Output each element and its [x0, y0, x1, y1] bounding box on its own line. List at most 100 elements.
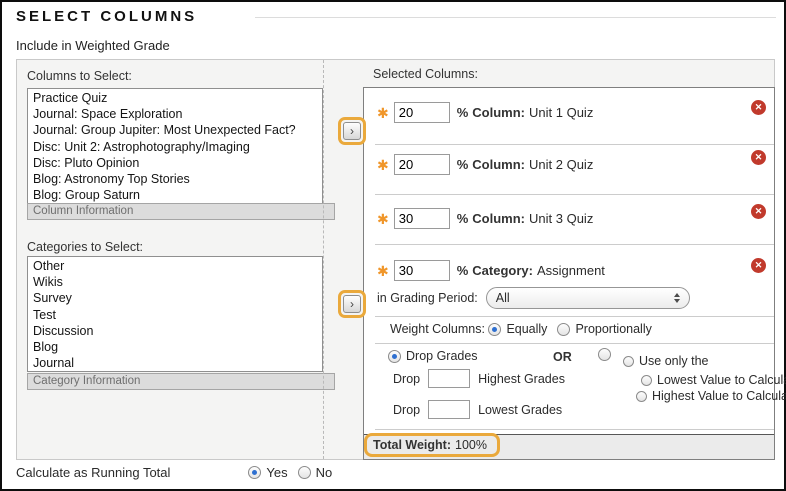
delete-icon[interactable]: ✕ — [751, 204, 766, 219]
list-item[interactable]: Blog: Group Saturn — [33, 187, 322, 203]
categories-to-select-label: Categories to Select: — [27, 240, 143, 254]
columns-listbox[interactable]: Practice Quiz Journal: Space Exploration… — [27, 88, 323, 204]
drop-label: Drop — [393, 403, 420, 417]
grading-period-value: All — [496, 291, 510, 305]
list-item[interactable]: Practice Quiz — [33, 90, 322, 106]
running-total-yes-radio[interactable] — [248, 466, 261, 479]
column-information-bar[interactable]: Column Information — [27, 203, 335, 220]
list-item[interactable]: Disc: Pluto Opinion — [33, 155, 322, 171]
list-item[interactable]: Blog — [33, 339, 322, 355]
row-separator — [375, 244, 774, 245]
required-icon: ✱ — [377, 105, 389, 122]
selected-column-row: ✱ % Column: Unit 1 Quiz — [377, 102, 593, 123]
use-only-secondary-radio[interactable] — [623, 356, 634, 367]
lowest-value-radio[interactable] — [641, 375, 652, 386]
move-columns-button[interactable]: › — [343, 122, 361, 140]
grading-period-row: in Grading Period: All — [377, 287, 690, 309]
section-separator — [375, 316, 774, 317]
highest-value-radio[interactable] — [636, 391, 647, 402]
row-type-label: Column: — [472, 211, 525, 226]
total-weight-value: 100% — [455, 438, 487, 452]
running-total-no-radio[interactable] — [298, 466, 311, 479]
move-categories-highlight: › — [338, 290, 366, 318]
row-name: Unit 2 Quiz — [529, 157, 593, 172]
drop-label: Drop — [393, 372, 420, 386]
list-item[interactable]: Blog: Astronomy Top Stories — [33, 171, 322, 187]
equally-radio[interactable] — [488, 323, 501, 336]
lowest-value-label: Lowest Value to Calculate — [657, 373, 786, 387]
row-type-label: Column: — [472, 157, 525, 172]
use-only-label: Use only the — [639, 354, 708, 368]
selected-columns-label: Selected Columns: — [373, 67, 478, 81]
list-item[interactable]: Survey — [33, 290, 322, 306]
delete-icon[interactable]: ✕ — [751, 150, 766, 165]
drop-lowest-input[interactable] — [428, 400, 470, 419]
drop-grades-radio[interactable] — [388, 350, 401, 363]
highest-value-label: Highest Value to Calculate — [652, 389, 786, 403]
title-divider — [255, 17, 776, 18]
list-item[interactable]: Journal: Space Exploration — [33, 106, 322, 122]
row-separator — [375, 194, 774, 195]
selected-column-row: ✱ % Column: Unit 3 Quiz — [377, 208, 593, 229]
row-name: Unit 1 Quiz — [529, 105, 593, 120]
use-only-radio[interactable] — [598, 348, 611, 361]
move-categories-button[interactable]: › — [343, 295, 361, 313]
list-item[interactable]: Journal — [33, 355, 322, 371]
no-label: No — [316, 465, 333, 480]
list-item[interactable]: Other — [33, 258, 322, 274]
lowest-value-option: Lowest Value to Calculate — [641, 373, 786, 387]
row-name: Assignment — [537, 263, 605, 278]
use-only-option: Use only the — [623, 354, 718, 368]
weight-input[interactable] — [394, 102, 450, 123]
weighted-grade-container: Columns to Select: Practice Quiz Journal… — [16, 59, 775, 460]
grading-period-select[interactable]: All — [486, 287, 690, 309]
category-information-bar[interactable]: Category Information — [27, 373, 335, 390]
drop-highest-input[interactable] — [428, 369, 470, 388]
total-weight-highlight: Total Weight: 100% — [364, 433, 500, 457]
grading-period-label: in Grading Period: — [377, 291, 478, 305]
row-separator — [375, 144, 774, 145]
required-icon: ✱ — [377, 263, 389, 280]
panel-divider — [323, 60, 324, 459]
weight-input[interactable] — [394, 208, 450, 229]
chevron-right-icon: › — [350, 125, 354, 137]
proportionally-label: Proportionally — [575, 322, 651, 336]
columns-to-select-label: Columns to Select: — [27, 69, 132, 83]
drop-grades-option: Drop Grades — [388, 349, 488, 363]
selected-column-row: ✱ % Column: Unit 2 Quiz — [377, 154, 593, 175]
proportionally-radio[interactable] — [557, 323, 570, 336]
lowest-grades-label: Lowest Grades — [478, 403, 562, 417]
percent-sign: % — [457, 211, 469, 226]
highest-grades-label: Highest Grades — [478, 372, 565, 386]
list-item[interactable]: Discussion — [33, 323, 322, 339]
yes-label: Yes — [266, 465, 287, 480]
percent-sign: % — [457, 263, 469, 278]
weight-columns-label: Weight Columns: — [390, 322, 485, 336]
percent-sign: % — [457, 105, 469, 120]
list-item[interactable]: Wikis — [33, 274, 322, 290]
running-total-label: Calculate as Running Total — [16, 465, 170, 480]
drop-grades-label: Drop Grades — [406, 349, 478, 363]
highest-value-option: Highest Value to Calculate — [636, 389, 786, 403]
categories-listbox[interactable]: Other Wikis Survey Test Discussion Blog … — [27, 256, 323, 372]
required-icon: ✱ — [377, 157, 389, 174]
running-total-row: Calculate as Running Total Yes No — [16, 465, 342, 480]
delete-icon[interactable]: ✕ — [751, 100, 766, 115]
selected-category-row: ✱ % Category: Assignment — [377, 260, 605, 281]
drop-lowest-row: Drop Lowest Grades — [393, 400, 562, 419]
weight-input[interactable] — [394, 154, 450, 175]
row-type-label: Column: — [472, 105, 525, 120]
drop-highest-row: Drop Highest Grades — [393, 369, 565, 388]
list-item[interactable]: Disc: Unit 2: Astrophotography/Imaging — [33, 139, 322, 155]
list-item[interactable]: Journal: Group Jupiter: Most Unexpected … — [33, 122, 322, 138]
or-label: OR — [553, 350, 572, 364]
total-weight-label: Total Weight: — [373, 438, 451, 452]
delete-icon[interactable]: ✕ — [751, 258, 766, 273]
move-columns-highlight: › — [338, 117, 366, 145]
equally-label: Equally — [506, 322, 547, 336]
chevron-right-icon: › — [350, 298, 354, 310]
weight-input[interactable] — [394, 260, 450, 281]
required-icon: ✱ — [377, 211, 389, 228]
include-weighted-grade-label: Include in Weighted Grade — [16, 38, 170, 53]
list-item[interactable]: Test — [33, 307, 322, 323]
